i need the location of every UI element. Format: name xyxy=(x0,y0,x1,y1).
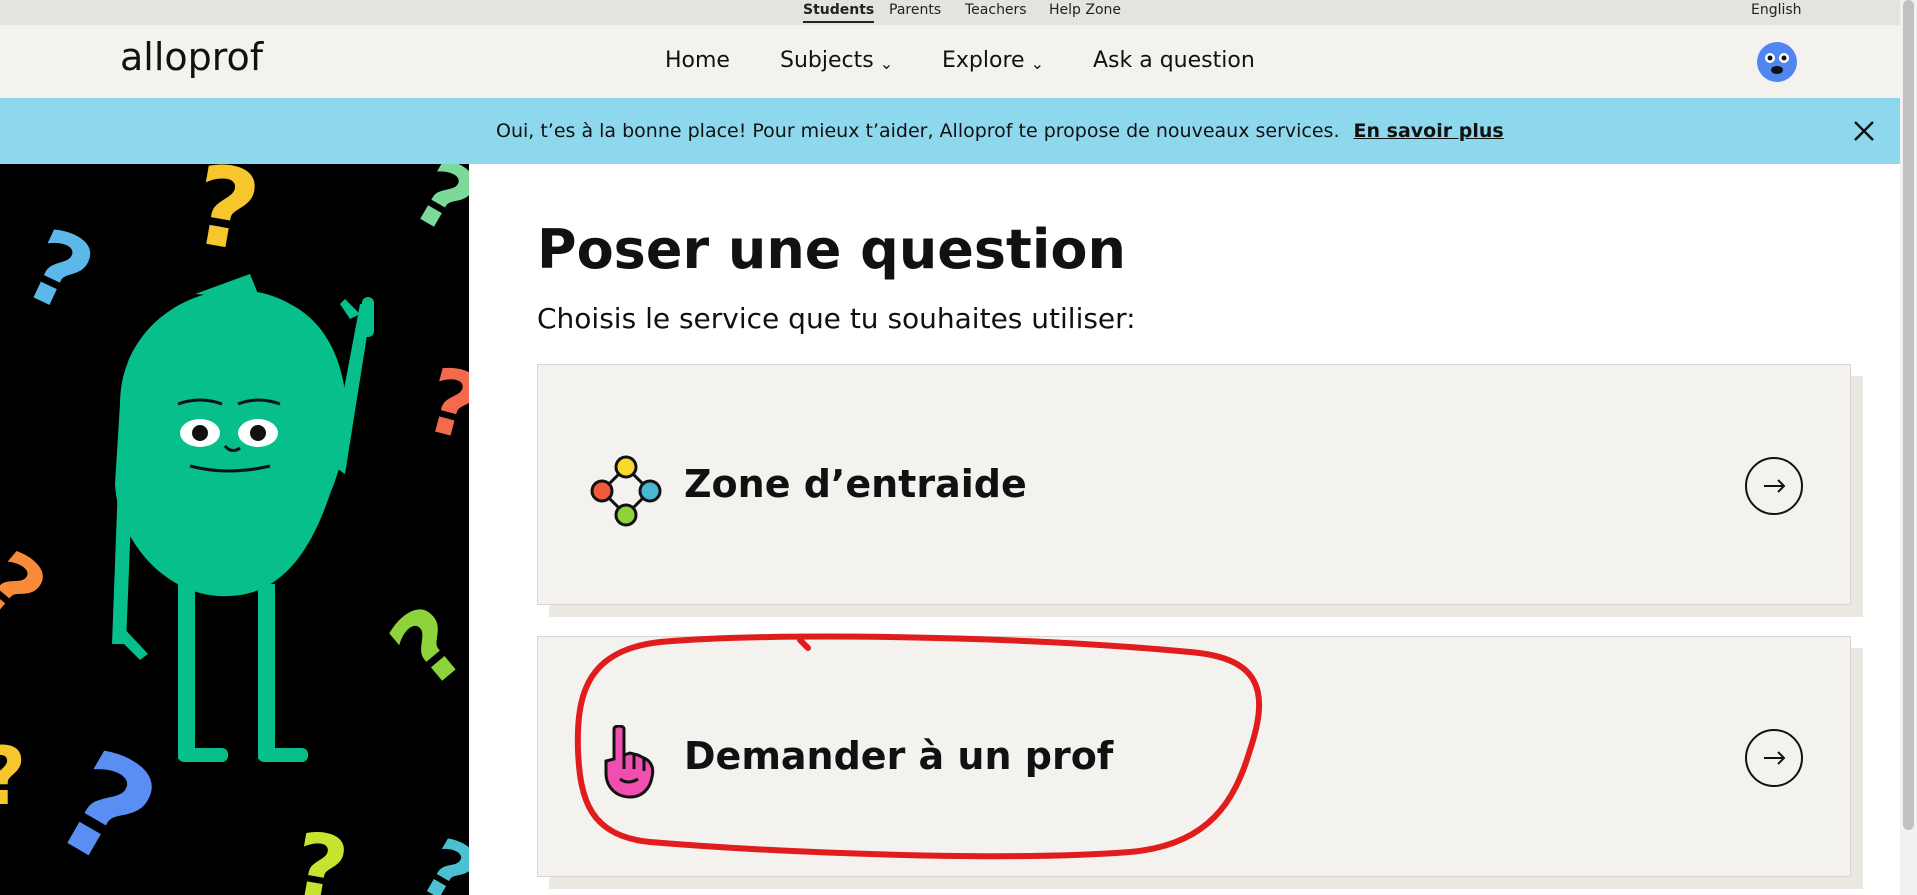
scrollbar-thumb[interactable] xyxy=(1903,0,1914,830)
main-header: alloprof Home Subjects ⌄ Explore ⌄ Ask a q… xyxy=(0,25,1900,98)
page-title: Poser une question xyxy=(537,218,1126,281)
svg-text:?: ? xyxy=(0,730,26,823)
audience-bar: Students Parents Teachers Help Zone Engl… xyxy=(0,0,1900,25)
svg-text:?: ? xyxy=(396,164,469,256)
close-icon xyxy=(1854,121,1874,141)
card-label: Zone d’entraide xyxy=(684,462,1027,506)
audience-helpzone-link[interactable]: Help Zone xyxy=(1049,0,1121,25)
arrow-right-icon xyxy=(1745,729,1803,787)
nav-subjects-menu[interactable]: Subjects ⌄ xyxy=(780,48,893,73)
alloprof-logo-wordmark: alloprof xyxy=(120,35,265,79)
svg-text:?: ? xyxy=(415,347,469,462)
svg-text:?: ? xyxy=(30,719,182,895)
page-subtitle: Choisis le service que tu souhaites util… xyxy=(537,302,1136,335)
banner-message: Oui, t’es à la bonne place! Pour mieux t… xyxy=(496,120,1504,142)
nav-explore-label: Explore xyxy=(942,48,1025,73)
svg-text:?: ? xyxy=(0,532,65,646)
audience-students-link[interactable]: Students xyxy=(803,0,875,23)
card-arrow-button[interactable] xyxy=(1744,728,1804,792)
announcement-banner: Oui, t’es à la bonne place! Pour mieux t… xyxy=(0,98,1900,164)
svg-text:?: ? xyxy=(8,206,110,337)
user-avatar-button[interactable] xyxy=(1756,41,1798,87)
svg-text:alloprof: alloprof xyxy=(120,38,265,78)
audience-parents-link[interactable]: Parents xyxy=(889,0,941,25)
audience-teachers-link[interactable]: Teachers xyxy=(965,0,1027,25)
nav-ask-question-link[interactable]: Ask a question xyxy=(1093,48,1255,73)
banner-text: Oui, t’es à la bonne place! Pour mieux t… xyxy=(496,120,1340,142)
language-switch-link[interactable]: English xyxy=(1751,0,1802,21)
card-surface[interactable]: Zone d’entraide xyxy=(537,364,1851,605)
nav-home-link[interactable]: Home xyxy=(665,48,730,73)
card-label: Demander à un prof xyxy=(684,734,1114,778)
banner-close-button[interactable] xyxy=(1852,119,1876,147)
svg-text:?: ? xyxy=(369,583,469,710)
arrow-right-icon xyxy=(1745,457,1803,515)
alloprof-logo[interactable]: alloprof xyxy=(120,35,290,82)
svg-text:?: ? xyxy=(406,820,469,895)
chevron-down-icon: ⌄ xyxy=(879,54,894,73)
mascot-question-marks-image: ? ? ? ? ? ? ? ? ? ? xyxy=(0,164,469,895)
avatar-icon xyxy=(1757,42,1797,82)
svg-text:?: ? xyxy=(285,812,355,895)
mascot-illustration: ? ? ? ? ? ? ? ? ? ? xyxy=(0,164,469,895)
card-surface[interactable]: Demander à un prof xyxy=(537,636,1851,877)
card-arrow-button[interactable] xyxy=(1744,456,1804,520)
service-card-ask-teacher[interactable]: Demander à un prof xyxy=(537,636,1865,889)
page-scrollbar[interactable] xyxy=(1900,0,1917,895)
nav-explore-menu[interactable]: Explore ⌄ xyxy=(942,48,1044,73)
banner-learn-more-link[interactable]: En savoir plus xyxy=(1354,120,1504,142)
helping-zone-icon xyxy=(588,453,664,533)
raised-hand-icon xyxy=(600,724,656,805)
chevron-down-icon: ⌄ xyxy=(1030,54,1044,73)
service-card-helping-zone[interactable]: Zone d’entraide xyxy=(537,364,1865,617)
svg-text:?: ? xyxy=(183,164,268,277)
nav-subjects-label: Subjects xyxy=(780,48,874,73)
